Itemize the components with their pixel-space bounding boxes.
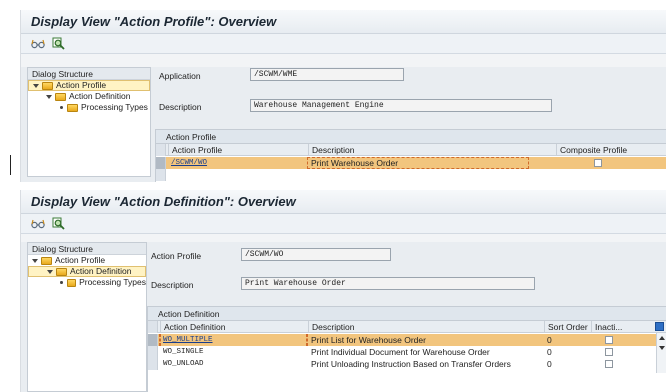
description-label: Description bbox=[159, 102, 202, 112]
window-title: Display View "Action Definition": Overvi… bbox=[31, 194, 296, 209]
folder-open-icon bbox=[42, 81, 53, 90]
tree-item-action-definition[interactable]: Action Definition bbox=[28, 266, 146, 277]
text-cursor-mark bbox=[10, 155, 11, 175]
column-header-action-definition[interactable]: Action Definition bbox=[160, 321, 308, 333]
action-definition-window: Display View "Action Definition": Overvi… bbox=[20, 190, 666, 392]
table-row-empty bbox=[156, 169, 666, 181]
inactive-checkbox[interactable] bbox=[605, 336, 613, 344]
leaf-bullet-icon bbox=[60, 281, 63, 284]
title-bar: Display View "Action Definition": Overvi… bbox=[21, 190, 666, 214]
find-icon[interactable] bbox=[51, 37, 65, 51]
window-title: Display View "Action Profile": Overview bbox=[31, 14, 277, 29]
glasses-icon[interactable] bbox=[31, 217, 45, 231]
description-cell[interactable]: Print Individual Document for Warehouse … bbox=[308, 346, 544, 358]
description-cell[interactable]: Print Warehouse Order bbox=[308, 157, 556, 169]
content-area: Dialog Structure Action Profile Action D… bbox=[21, 67, 666, 182]
row-selector[interactable] bbox=[148, 334, 158, 346]
table-row[interactable]: WO_SINGLE Print Individual Document for … bbox=[148, 346, 666, 358]
tree-item-action-profile[interactable]: Action Profile bbox=[28, 255, 146, 266]
expand-arrow-icon[interactable] bbox=[32, 258, 38, 263]
description-field[interactable]: Warehouse Management Engine bbox=[250, 99, 552, 112]
sort-order-cell[interactable]: 0 bbox=[544, 334, 591, 346]
expand-arrow-icon[interactable] bbox=[46, 94, 52, 99]
action-definition-cell[interactable]: WO_UNLOAD bbox=[160, 358, 308, 370]
inactive-checkbox[interactable] bbox=[605, 360, 613, 368]
toolbar bbox=[21, 214, 666, 234]
tree-item-label: Action Definition bbox=[69, 91, 131, 101]
action-profile-cell[interactable]: /SCWM/WO bbox=[168, 157, 308, 169]
row-selector[interactable] bbox=[156, 169, 166, 181]
expand-arrow-icon[interactable] bbox=[47, 269, 53, 274]
tree-header: Dialog Structure bbox=[28, 68, 150, 80]
select-all-cell[interactable] bbox=[148, 321, 158, 333]
title-bar: Display View "Action Profile": Overview bbox=[21, 10, 666, 34]
column-header-sort-order[interactable]: Sort Order bbox=[544, 321, 591, 333]
composite-profile-checkbox[interactable] bbox=[594, 159, 602, 167]
application-label: Application bbox=[159, 71, 201, 81]
action-profile-table: Action Profile Action Profile Descriptio… bbox=[155, 129, 666, 182]
folder-open-icon bbox=[56, 267, 67, 276]
table-header: Action Definition Description Sort Order… bbox=[148, 321, 666, 333]
action-profile-window: Display View "Action Profile": Overview … bbox=[20, 10, 666, 182]
tree-header: Dialog Structure bbox=[28, 243, 146, 255]
description-label: Description bbox=[151, 280, 194, 290]
table-row[interactable]: /SCWM/WO Print Warehouse Order bbox=[156, 157, 666, 169]
vertical-scrollbar[interactable] bbox=[656, 333, 666, 373]
row-selector[interactable] bbox=[148, 358, 158, 370]
leaf-bullet-icon bbox=[60, 106, 63, 109]
row-selector[interactable] bbox=[148, 346, 158, 358]
content-area: Dialog Structure Action Profile Action D… bbox=[21, 242, 666, 392]
action-profile-label: Action Profile bbox=[151, 251, 202, 261]
tree-item-processing-types[interactable]: Processing Types bbox=[28, 102, 150, 113]
folder-icon bbox=[67, 103, 78, 112]
description-field[interactable]: Print Warehouse Order bbox=[241, 277, 535, 290]
find-icon[interactable] bbox=[51, 217, 65, 231]
inactive-checkbox[interactable] bbox=[605, 348, 613, 356]
glasses-icon[interactable] bbox=[31, 37, 45, 51]
description-cell[interactable]: Print Unloading Instruction Based on Tra… bbox=[308, 358, 544, 370]
expand-arrow-icon[interactable] bbox=[33, 83, 39, 88]
tree-item-action-profile[interactable]: Action Profile bbox=[28, 80, 150, 91]
tree-item-action-definition[interactable]: Action Definition bbox=[28, 91, 150, 102]
row-selector[interactable] bbox=[156, 157, 166, 169]
column-header-composite-profile[interactable]: Composite Profile bbox=[556, 144, 666, 156]
folder-open-icon bbox=[41, 256, 52, 265]
tree-item-label: Processing Types bbox=[81, 102, 148, 112]
select-all-cell[interactable] bbox=[156, 144, 166, 156]
tree-item-label: Action Profile bbox=[55, 255, 106, 265]
tree-item-label: Action Definition bbox=[70, 266, 132, 276]
sort-order-cell[interactable]: 0 bbox=[544, 346, 591, 358]
tree-item-label: Processing Types bbox=[79, 277, 146, 287]
scroll-up-icon[interactable] bbox=[658, 336, 665, 340]
table-title: Action Definition bbox=[148, 307, 666, 321]
table-settings-icon[interactable] bbox=[655, 322, 664, 331]
action-profile-field[interactable]: /SCWM/WO bbox=[241, 248, 391, 261]
table-title: Action Profile bbox=[156, 130, 666, 144]
action-definition-cell[interactable]: WO_SINGLE bbox=[160, 346, 308, 358]
dialog-structure-tree: Dialog Structure Action Profile Action D… bbox=[27, 242, 147, 392]
application-field[interactable]: /SCWM/WME bbox=[250, 68, 404, 81]
description-cell[interactable]: Print List for Warehouse Order bbox=[308, 334, 544, 346]
column-header-description[interactable]: Description bbox=[308, 144, 556, 156]
action-definition-table: Action Definition Action Definition Desc… bbox=[147, 306, 666, 392]
column-header-action-profile[interactable]: Action Profile bbox=[168, 144, 308, 156]
dialog-structure-tree: Dialog Structure Action Profile Action D… bbox=[27, 67, 151, 177]
scroll-down-icon[interactable] bbox=[658, 346, 665, 350]
folder-icon bbox=[66, 278, 77, 287]
table-header: Action Profile Description Composite Pro… bbox=[156, 144, 666, 156]
table-row[interactable]: WO_UNLOAD Print Unloading Instruction Ba… bbox=[148, 358, 666, 370]
action-definition-cell[interactable]: WO_MULTIPLE bbox=[160, 334, 308, 346]
table-row[interactable]: WO_MULTIPLE Print List for Warehouse Ord… bbox=[148, 334, 666, 346]
tree-item-label: Action Profile bbox=[56, 80, 107, 90]
folder-icon bbox=[55, 92, 66, 101]
column-header-description[interactable]: Description bbox=[308, 321, 544, 333]
toolbar bbox=[21, 34, 666, 54]
tree-item-processing-types[interactable]: Processing Types bbox=[28, 277, 146, 288]
sort-order-cell[interactable]: 0 bbox=[544, 358, 591, 370]
